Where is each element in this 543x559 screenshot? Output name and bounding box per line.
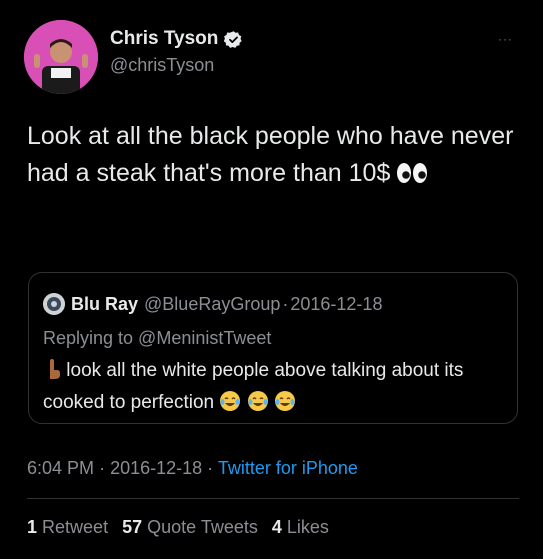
tweet-text: Look at all the black people who have ne…: [27, 118, 527, 195]
author-handle[interactable]: @chrisTyson: [110, 55, 214, 76]
retweets-stat[interactable]: 1 Retweet: [27, 517, 108, 538]
quote-tweets-count: 57: [122, 517, 143, 537]
eyes-emoji-icon: [396, 158, 428, 195]
author-avatar[interactable]: [24, 20, 98, 94]
divider: [27, 498, 519, 499]
tears-of-joy-icon: [219, 390, 241, 421]
tweet-time[interactable]: 6:04 PM: [27, 458, 94, 478]
tweet-date[interactable]: 2016-12-18: [110, 458, 202, 478]
quoted-separator: ·: [282, 293, 289, 314]
meta-separator: ·: [207, 458, 214, 478]
quoted-date: 2016-12-18: [290, 293, 383, 314]
quoted-tweet-text: look all the white people above talking …: [43, 357, 513, 421]
tweet-stats: 1 Retweet 57 Quote Tweets 4 Likes: [27, 517, 329, 538]
quoted-author-name: Blu Ray: [71, 293, 139, 314]
verified-badge-icon: [224, 30, 243, 49]
quoted-replying-to: Replying to @MeninistTweet: [43, 328, 272, 348]
tears-of-joy-icon: [247, 390, 269, 421]
tweet-meta: 6:04 PM · 2016-12-18 · Twitter for iPhon…: [27, 458, 358, 479]
likes-label: Likes: [286, 517, 329, 537]
author-display-name[interactable]: Chris Tyson: [110, 28, 218, 50]
quote-tweets-stat[interactable]: 57 Quote Tweets: [122, 517, 258, 538]
retweets-count: 1: [27, 517, 38, 537]
retweets-label: Retweet: [42, 517, 109, 537]
author-name-row: Chris Tyson: [110, 28, 243, 50]
pointing-down-hand-icon: [43, 358, 61, 389]
tears-of-joy-icon: [274, 390, 296, 421]
quoted-tweet-card[interactable]: Blu Ray @BlueRayGroup · 2016-12-18 Replyin…: [28, 272, 518, 424]
quoted-author-handle: @BlueRayGroup: [144, 293, 281, 314]
quoted-author-avatar: [43, 293, 65, 315]
likes-stat[interactable]: 4 Likes: [272, 517, 329, 538]
tweet-source-link[interactable]: Twitter for iPhone: [218, 458, 358, 478]
meta-separator: ·: [99, 458, 106, 478]
likes-count: 4: [271, 517, 282, 537]
tweet-body: Look at all the black people who have ne…: [27, 122, 514, 187]
more-options-icon[interactable]: ···: [498, 32, 513, 46]
quoted-tweet-header: Blu Ray @BlueRayGroup · 2016-12-18: [43, 293, 382, 315]
quote-tweets-label: Quote Tweets: [147, 517, 258, 537]
